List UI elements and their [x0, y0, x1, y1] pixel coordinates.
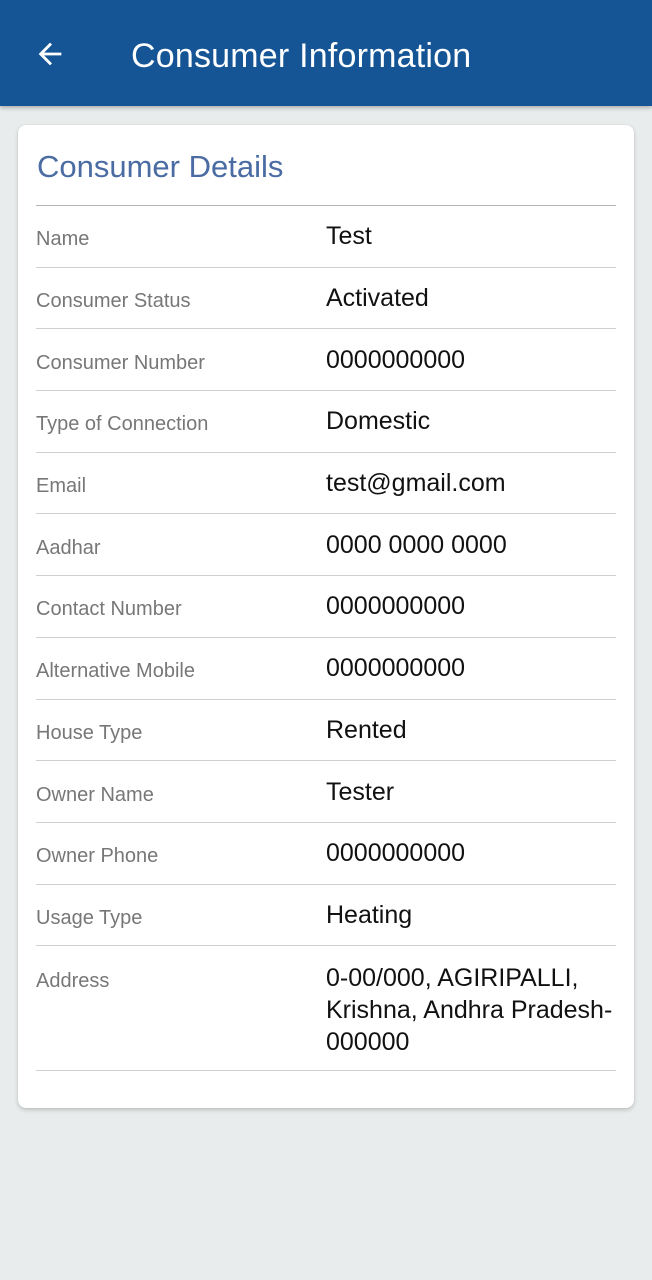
detail-row-email: Email test@gmail.com: [36, 453, 616, 515]
field-label: Consumer Status: [36, 290, 191, 313]
page-title: Consumer Information: [131, 37, 472, 75]
field-label: Owner Name: [36, 783, 154, 806]
detail-row-owner-name: Owner Name Tester: [36, 761, 616, 823]
field-label: Usage Type: [36, 906, 143, 929]
detail-row-address: Address 0-00/000, AGIRIPALLI, Krishna, A…: [36, 946, 616, 1072]
detail-row-usage-type: Usage Type Heating: [36, 885, 616, 947]
field-value: Rented: [326, 715, 407, 744]
field-value: 0000000000: [326, 839, 466, 868]
detail-row-consumer-number: Consumer Number 0000000000: [36, 329, 616, 392]
detail-row-owner-phone: Owner Phone 0000000000: [36, 823, 616, 885]
detail-row-consumer-status: Consumer Status Activated: [36, 268, 616, 330]
field-value: Test: [326, 222, 372, 251]
field-label: Email: [36, 475, 87, 498]
field-value: 0000000000: [326, 592, 466, 621]
consumer-details-card: Consumer Details Name Test Consumer Stat…: [18, 125, 634, 1108]
detail-row-name: Name Test: [36, 206, 616, 268]
arrow-left-icon: [38, 42, 62, 66]
back-button[interactable]: [26, 30, 74, 78]
field-label: Aadhar: [36, 536, 101, 559]
field-label: Owner Phone: [36, 845, 159, 868]
details-list: Name Test Consumer Status Activated Cons…: [36, 206, 616, 1072]
field-label: Type of Connection: [36, 413, 209, 436]
field-label: Address: [36, 970, 110, 993]
detail-row-aadhar: Aadhar 0000 0000 0000: [36, 514, 616, 577]
field-label: Name: [36, 228, 90, 251]
field-label: Consumer Number: [36, 351, 205, 374]
field-value: test@gmail.com: [326, 469, 506, 498]
field-value: 0000000000: [326, 345, 466, 374]
field-value: Domestic: [326, 407, 431, 436]
field-value: 0000000000: [326, 654, 466, 683]
detail-row-alternative-mobile: Alternative Mobile 0000000000: [36, 638, 616, 700]
app-bar: Consumer Information: [0, 0, 652, 106]
field-label: Contact Number: [36, 598, 182, 621]
field-value: Heating: [326, 900, 413, 929]
card-title: Consumer Details: [37, 149, 284, 184]
detail-row-house-type: House Type Rented: [36, 700, 616, 762]
field-label: Alternative Mobile: [36, 660, 195, 683]
field-value: 0000 0000 0000: [326, 530, 507, 559]
field-value: Activated: [326, 284, 429, 313]
field-label: House Type: [36, 721, 143, 744]
field-value: Tester: [326, 777, 395, 806]
detail-row-type-of-connection: Type of Connection Domestic: [36, 391, 616, 453]
field-value: 0-00/000, AGIRIPALLI, Krishna, Andhra Pr…: [326, 964, 613, 1057]
detail-row-contact-number: Contact Number 0000000000: [36, 576, 616, 638]
